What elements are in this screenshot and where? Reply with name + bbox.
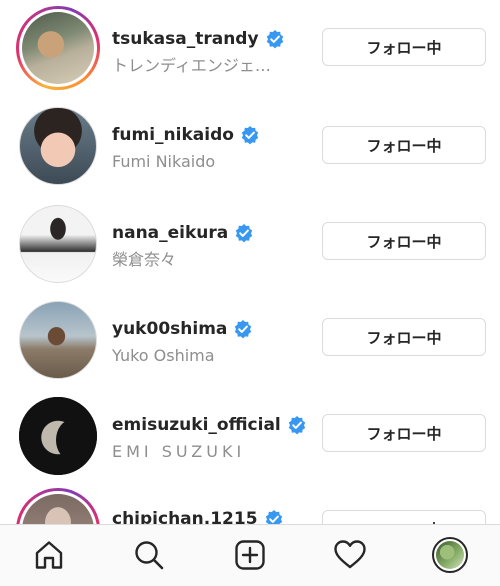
verified-badge-icon [266,30,283,49]
list-item[interactable]: chipichan.1215 フォロー中 [0,482,500,524]
username[interactable]: emisuzuki_official [112,415,281,435]
list-item[interactable]: nana_eikura 榮倉奈々 フォロー中 [0,194,500,290]
following-button[interactable]: フォロー中 [322,510,486,524]
bottom-tab-bar [0,524,500,586]
avatar[interactable] [16,6,100,90]
search-tab[interactable] [131,537,167,573]
list-item[interactable]: yuk00shima Yuko Oshima フォロー中 [0,290,500,386]
verified-badge-icon [288,416,305,435]
user-meta: nana_eikura 榮倉奈々 [112,220,254,271]
full-name: EMI SUZUKI [112,442,246,461]
username[interactable]: fumi_nikaido [112,125,234,145]
following-button[interactable]: フォロー中 [322,28,486,66]
heart-icon [334,540,366,569]
full-name: トレンディエンジェ… [112,56,271,75]
home-icon [35,541,63,569]
avatar[interactable] [16,488,100,524]
search-icon [135,541,164,570]
user-meta: tsukasa_trandy トレンディエンジェ… [112,26,285,77]
new-post-icon [235,540,265,570]
user-meta: emisuzuki_official EMI SUZUKI [112,412,307,463]
activity-tab[interactable] [332,537,368,573]
user-meta: fumi_nikaido Fumi Nikaido [112,122,260,173]
avatar[interactable] [16,298,100,382]
full-name: Yuko Oshima [112,346,215,365]
full-name: 榮倉奈々 [112,250,177,269]
profile-avatar [432,537,468,573]
username[interactable]: yuk00shima [112,319,227,339]
verified-badge-icon [265,510,282,524]
following-button[interactable]: フォロー中 [322,126,486,164]
username[interactable]: nana_eikura [112,223,228,243]
profile-tab[interactable] [432,537,468,573]
full-name: Fumi Nikaido [112,152,216,171]
user-meta: yuk00shima Yuko Oshima [112,316,253,367]
following-button[interactable]: フォロー中 [322,318,486,356]
list-item[interactable]: emisuzuki_official EMI SUZUKI フォロー中 [0,386,500,482]
avatar[interactable] [16,202,100,286]
username[interactable]: chipichan.1215 [112,509,258,524]
verified-badge-icon [241,126,259,145]
list-item[interactable]: tsukasa_trandy トレンディエンジェ… フォロー中 [0,0,500,96]
home-tab[interactable] [31,537,67,573]
username[interactable]: tsukasa_trandy [112,29,259,49]
list-item[interactable]: fumi_nikaido Fumi Nikaido フォロー中 [0,98,500,194]
avatar[interactable] [16,104,100,188]
new-post-tab[interactable] [232,537,268,573]
following-button[interactable]: フォロー中 [322,222,486,260]
following-button[interactable]: フォロー中 [322,414,486,452]
user-meta: chipichan.1215 [112,506,284,524]
verified-badge-icon [236,224,253,243]
avatar[interactable] [16,394,100,478]
following-list: tsukasa_trandy トレンディエンジェ… フォロー中 fumi_nik… [0,0,500,524]
verified-badge-icon [235,320,252,339]
